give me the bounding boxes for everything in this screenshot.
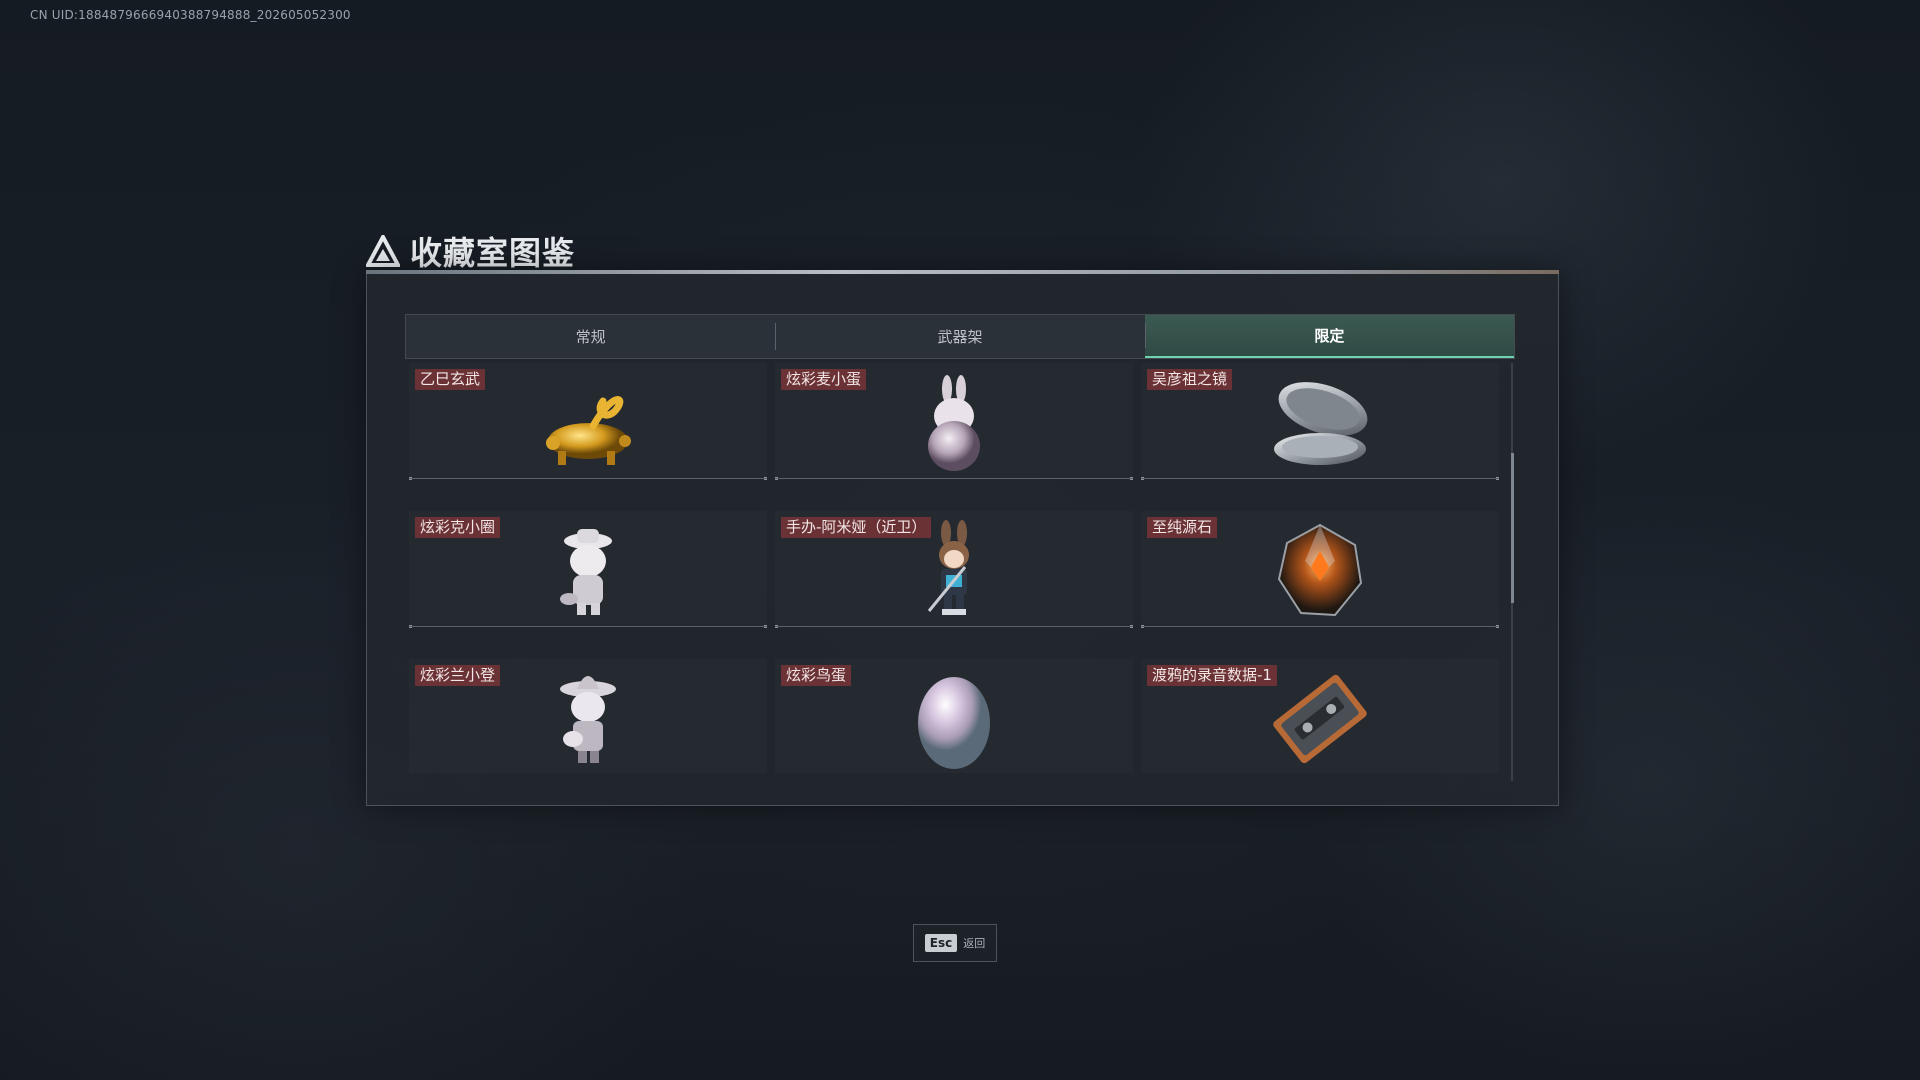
- item-name-tag: 炫彩鸟蛋: [781, 665, 852, 686]
- panel-top-border: [366, 270, 1559, 274]
- tab-limited[interactable]: 限定: [1144, 315, 1514, 358]
- collection-item[interactable]: 乙巳玄武: [409, 363, 767, 480]
- item-name-tag: 炫彩麦小蛋: [781, 369, 867, 390]
- collection-item[interactable]: 吴彦祖之镜: [1141, 363, 1499, 480]
- collection-item[interactable]: 炫彩克小圈: [409, 511, 767, 628]
- scrollbar-thumb[interactable]: [1511, 453, 1514, 603]
- item-name-tag: 至纯源石: [1147, 517, 1218, 538]
- item-name-tag: 乙巳玄武: [415, 369, 486, 390]
- uid-label: CN UID:1884879666940388794888_2026050523…: [30, 8, 351, 22]
- collection-item[interactable]: 炫彩麦小蛋: [775, 363, 1133, 480]
- collection-item[interactable]: 至纯源石: [1141, 511, 1499, 628]
- bunny-egg-figure-icon: [928, 375, 980, 471]
- category-tabs: 常规 武器架 限定: [405, 314, 1515, 359]
- golden-serpent-tortoise-icon: [546, 396, 631, 465]
- collection-item[interactable]: 手办-阿米娅（近卫）: [775, 511, 1133, 628]
- item-name-tag: 吴彦祖之镜: [1147, 369, 1233, 390]
- originium-crystal-icon: [1277, 523, 1363, 617]
- cassette-tape-icon: [1273, 674, 1367, 764]
- sombrero-figure-icon: [560, 676, 616, 763]
- collection-item[interactable]: 炫彩兰小登: [409, 659, 767, 773]
- collection-panel: 常规 武器架 限定 乙巳玄武 炫彩麦小蛋 吴彦祖之镜 炫彩克小圈 手办-阿米娅（…: [366, 270, 1559, 806]
- collection-item[interactable]: 炫彩鸟蛋: [775, 659, 1133, 773]
- item-name-tag: 炫彩克小圈: [415, 517, 501, 538]
- back-button[interactable]: Esc 返回: [913, 924, 997, 962]
- tab-weapon-rack[interactable]: 武器架: [775, 315, 1144, 358]
- tab-regular[interactable]: 常规: [406, 315, 775, 358]
- collection-item[interactable]: 渡鸦的录音数据-1: [1141, 659, 1499, 773]
- page-title: 收藏室图鉴: [410, 234, 576, 272]
- amiya-figure-icon: [927, 520, 969, 615]
- item-name-tag: 渡鸦的录音数据-1: [1147, 665, 1277, 686]
- item-name-tag: 炫彩兰小登: [415, 665, 501, 686]
- back-label: 返回: [963, 937, 986, 950]
- page-title-group: 收藏室图鉴: [366, 228, 575, 274]
- hat-figure-icon: [560, 529, 612, 615]
- iridescent-egg-icon: [918, 677, 990, 769]
- triangle-logo-icon: [366, 235, 400, 267]
- esc-key-hint: Esc: [924, 934, 958, 952]
- item-grid: 乙巳玄武 炫彩麦小蛋 吴彦祖之镜 炫彩克小圈 手办-阿米娅（近卫） 至纯源石 炫…: [409, 363, 1499, 773]
- compact-mirror-icon: [1274, 382, 1368, 465]
